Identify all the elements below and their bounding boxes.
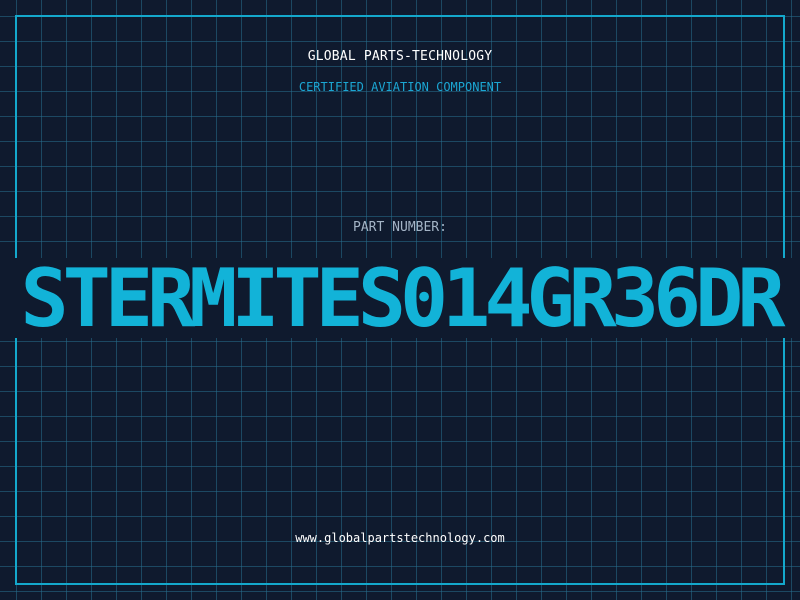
part-number-label: PART NUMBER: xyxy=(353,220,447,235)
part-number-value: STERMITES014GR36DR xyxy=(20,258,786,338)
website-url: www.globalpartstechnology.com xyxy=(295,531,505,545)
certification-tagline: CERTIFIED AVIATION COMPONENT xyxy=(298,80,502,94)
company-name: GLOBAL PARTS-TECHNOLOGY xyxy=(307,49,493,64)
